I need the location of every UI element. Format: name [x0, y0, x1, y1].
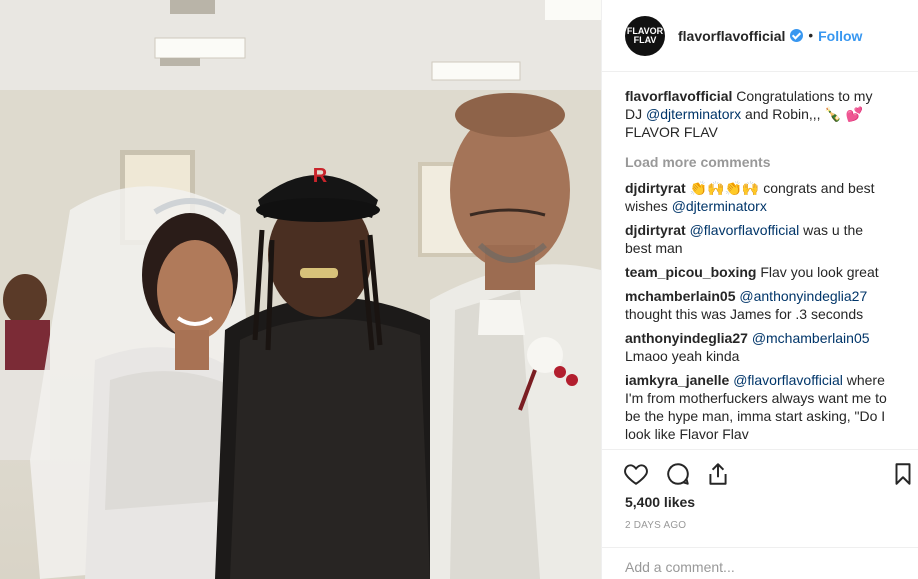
comment-mention[interactable]: @flavorflavofficial [733, 372, 843, 388]
comment-text: Flav you look great [760, 264, 879, 280]
comment-mention[interactable]: @mchamberlain05 [752, 330, 870, 346]
comment-icon[interactable] [665, 461, 691, 487]
verified-badge-icon [790, 29, 804, 42]
profile-avatar[interactable]: FLAVOR FLAV [625, 15, 665, 56]
comment-username[interactable]: iamkyra_janelle [625, 372, 729, 388]
svg-text:R: R [313, 165, 328, 187]
comment-text: thought this was James for .3 seconds [625, 306, 864, 322]
add-comment-input[interactable] [625, 559, 895, 575]
separator-dot: • [808, 28, 814, 43]
post-timestamp[interactable]: 2 DAYS AGO [625, 520, 686, 531]
likes-count[interactable]: 5,400 likes [625, 494, 695, 510]
post-side-panel: FLAVOR FLAV flavorflavofficial • Follow … [601, 0, 918, 579]
caption: flavorflavofficial Congratulations to my… [625, 87, 900, 141]
share-icon[interactable] [705, 461, 731, 487]
wedding-photo: R [0, 0, 601, 579]
comment-item: anthonyindeglia27 @mchamberlain05 Lmaoo … [625, 329, 900, 365]
comment-mention[interactable]: @anthonyindeglia27 [739, 288, 867, 304]
heart-icon[interactable] [623, 461, 649, 487]
post-actions-bar [602, 449, 918, 499]
comment-username[interactable]: djdirtyrat [625, 180, 686, 196]
comment-item: djdirtyrat @flavorflavofficial was u the… [625, 221, 900, 257]
comment-username[interactable]: djdirtyrat [625, 222, 686, 238]
comment-mention[interactable]: @flavorflavofficial [690, 222, 800, 238]
comment-item: mchamberlain05 @anthonyindeglia27 though… [625, 287, 900, 323]
follow-button[interactable]: Follow [818, 28, 862, 44]
post-header: FLAVOR FLAV flavorflavofficial • Follow [602, 0, 918, 72]
avatar-logo-text: FLAVOR FLAV [626, 25, 664, 45]
profile-username[interactable]: flavorflavofficial [678, 28, 785, 44]
bookmark-icon[interactable] [890, 461, 916, 487]
comment-item: iamkyra_janelle @flavorflavofficial wher… [625, 371, 900, 443]
comment-mention[interactable]: @djterminatorx [672, 198, 767, 214]
add-comment-bar [602, 547, 918, 579]
caption-username[interactable]: flavorflavofficial [625, 88, 732, 104]
comment-username[interactable]: team_picou_boxing [625, 264, 756, 280]
comment-username[interactable]: mchamberlain05 [625, 288, 736, 304]
comment-text: Lmaoo yeah kinda [625, 348, 740, 364]
comment-item: djdirtyrat 👏🙌👏🙌 congrats and best wishes… [625, 179, 900, 215]
comment-username[interactable]: anthonyindeglia27 [625, 330, 748, 346]
caption-mention[interactable]: @djterminatorx [646, 106, 741, 122]
comment-item: team_picou_boxing Flav you look great [625, 263, 900, 281]
post-photo[interactable]: R [0, 0, 601, 579]
comments-list[interactable]: flavorflavofficial Congratulations to my… [625, 87, 900, 449]
load-more-comments-button[interactable]: Load more comments [625, 153, 900, 171]
